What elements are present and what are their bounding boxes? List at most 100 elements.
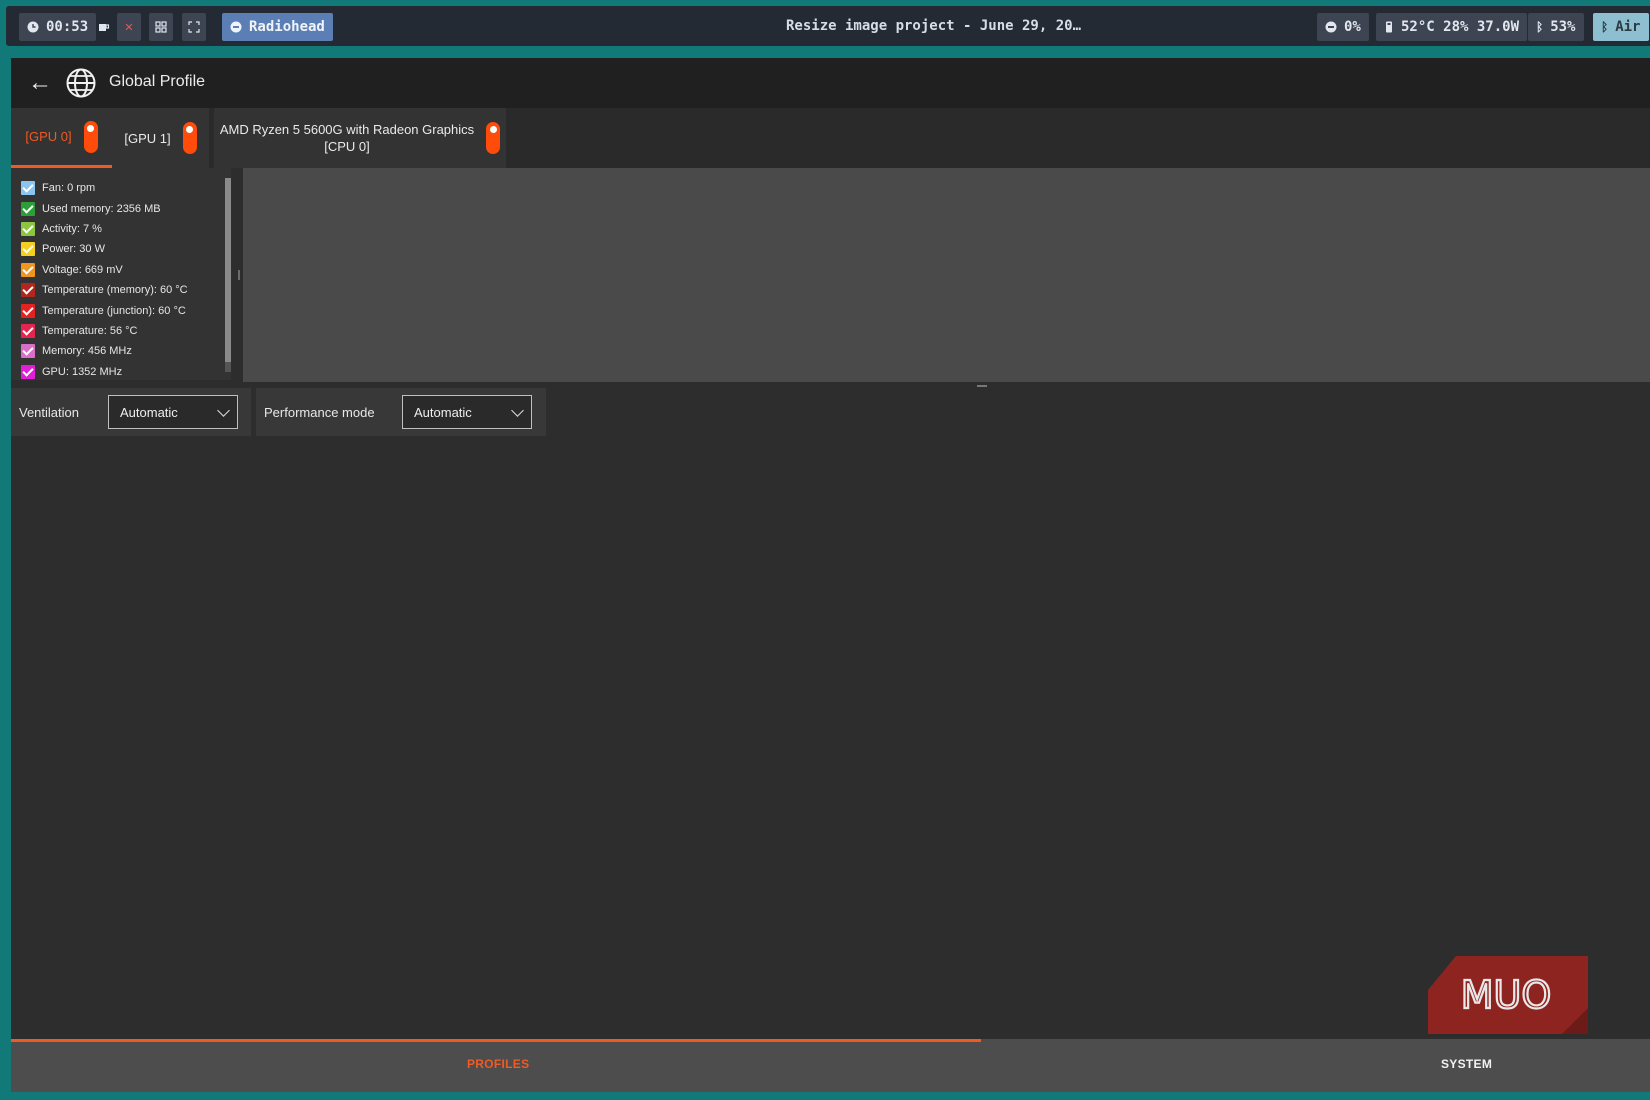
sensor-graph-area <box>243 168 1650 382</box>
audio-device-name: Air <box>1615 19 1641 35</box>
muo-watermark-logo: MUO <box>1428 956 1588 1034</box>
thermometer-icon <box>1386 21 1392 33</box>
sensor-checkbox[interactable] <box>21 262 35 277</box>
system-topbar: 00:53 ✕ Radiohead Resize image project -… <box>6 6 1650 46</box>
tab-cpu-0-id: [CPU 0] <box>324 139 370 154</box>
tab-gpu-1-label: [GPU 1] <box>124 130 171 146</box>
fullscreen-button[interactable] <box>182 13 206 41</box>
sensor-label: Temperature (junction): 60 °C <box>42 304 186 317</box>
music-icon <box>230 21 242 33</box>
globe-icon <box>66 68 96 98</box>
performance-mode-label: Performance mode <box>264 404 375 420</box>
sensor-item[interactable]: Fan: 0 rpm <box>21 178 188 198</box>
clock-widget[interactable]: 00:53 <box>19 13 97 41</box>
sensor-item[interactable]: GPU: 1352 MHz <box>21 362 188 380</box>
tab-cpu-0-label: AMD Ryzen 5 5600G with Radeon Graphics [… <box>220 121 474 155</box>
sensor-label: Activity: 7 % <box>42 222 102 235</box>
sensor-checkbox[interactable] <box>21 221 35 236</box>
system-stats-widget[interactable]: 52°C 28% 37.0W <box>1376 13 1528 41</box>
sensor-label: Memory: 456 MHz <box>42 345 132 358</box>
media-title: Radiohead <box>249 19 325 35</box>
sensor-item[interactable]: Temperature (memory): 60 °C <box>21 280 188 300</box>
clock-time: 00:53 <box>46 19 89 35</box>
ventilation-label: Ventilation <box>19 404 79 420</box>
bluetooth-audio-icon: ᛒ <box>1601 20 1609 34</box>
active-tab-indicator <box>11 1039 981 1042</box>
app-window: ← Global Profile [GPU 0] [GPU 1] AMD Ryz… <box>11 58 1650 1092</box>
performance-mode-select[interactable]: Automatic <box>402 395 532 429</box>
performance-mode-value: Automatic <box>414 404 472 420</box>
sensor-label: Fan: 0 rpm <box>42 182 96 195</box>
close-icon: ✕ <box>124 19 134 35</box>
sensor-checkbox[interactable] <box>21 303 35 318</box>
clock-icon <box>27 21 39 33</box>
sensor-checkbox[interactable] <box>21 242 35 257</box>
sensor-item[interactable]: Voltage: 669 mV <box>21 260 188 280</box>
cpu-0-enable-toggle[interactable] <box>486 122 501 154</box>
system-stats-value: 52°C 28% 37.0W <box>1401 19 1520 35</box>
nav-tab-profiles[interactable]: PROFILES <box>467 1057 529 1071</box>
audio-device-widget[interactable]: ᛒ Air <box>1593 13 1649 41</box>
fullscreen-icon <box>188 21 200 33</box>
sensor-item[interactable]: Activity: 7 % <box>21 219 188 239</box>
sensor-list: Fan: 0 rpm Used memory: 2356 MB Activity: … <box>21 178 188 380</box>
gpu-1-enable-toggle[interactable] <box>182 122 197 154</box>
media-player-widget[interactable]: Radiohead <box>222 13 333 41</box>
chevron-down-icon <box>217 404 230 417</box>
workspace-grid-button[interactable] <box>149 13 173 41</box>
sensor-item[interactable]: Used memory: 2356 MB <box>21 198 188 218</box>
sensor-label: Temperature: 56 °C <box>42 324 138 337</box>
app-header: ← Global Profile <box>11 58 1650 108</box>
desktop-edge <box>0 50 11 1100</box>
sensor-checkbox[interactable] <box>21 181 35 196</box>
bottom-navigation: PROFILES SYSTEM <box>11 1039 1650 1092</box>
tab-gpu-1[interactable]: [GPU 1] <box>112 108 209 168</box>
ventilation-control: Ventilation Automatic <box>11 388 251 436</box>
back-button[interactable]: ← <box>25 68 55 98</box>
grid-icon <box>155 21 167 33</box>
bluetooth-value: 53% <box>1550 19 1576 35</box>
ventilation-value: Automatic <box>120 404 178 420</box>
sensor-checkbox[interactable] <box>21 323 35 338</box>
sensor-checkbox[interactable] <box>21 283 35 298</box>
coffee-icon <box>99 24 110 31</box>
gpu-0-enable-toggle[interactable] <box>83 120 98 153</box>
chevron-down-icon <box>511 404 524 417</box>
coffee-button[interactable] <box>92 13 116 41</box>
sensor-item[interactable]: Power: 30 W <box>21 239 188 259</box>
sensor-item[interactable]: Temperature (junction): 60 °C <box>21 300 188 320</box>
sensor-list-scrollbar[interactable] <box>225 178 231 372</box>
sensor-label: Temperature (memory): 60 °C <box>42 284 188 297</box>
performance-mode-control: Performance mode Automatic <box>256 388 546 436</box>
bluetooth-widget[interactable]: ᛒ 53% <box>1528 13 1584 41</box>
sensor-item[interactable]: Temperature: 56 °C <box>21 321 188 341</box>
scrollbar-thumb[interactable] <box>225 178 231 362</box>
cpu-usage-widget[interactable]: 0% <box>1317 13 1369 41</box>
tab-gpu-0[interactable]: [GPU 0] <box>11 108 112 168</box>
profile-title: Global Profile <box>109 73 206 90</box>
bluetooth-icon: ᛒ <box>1536 20 1544 34</box>
cpu-usage-value: 0% <box>1344 19 1361 35</box>
tab-gpu-0-label: [GPU 0] <box>25 129 72 144</box>
watermark-text: MUO <box>1461 973 1552 1017</box>
vertical-splitter-handle[interactable] <box>238 270 240 280</box>
sensor-checkbox[interactable] <box>21 201 35 216</box>
sensor-list-panel: Fan: 0 rpm Used memory: 2356 MB Activity: … <box>11 168 231 380</box>
close-window-button[interactable]: ✕ <box>117 13 141 41</box>
sensor-checkbox[interactable] <box>21 344 35 359</box>
sensor-label: Power: 30 W <box>42 243 105 256</box>
cpu-icon <box>1325 21 1337 33</box>
back-arrow-icon: ← <box>28 69 52 96</box>
tab-cpu-0-name: AMD Ryzen 5 5600G with Radeon Graphics <box>219 122 475 137</box>
tab-cpu-0[interactable]: AMD Ryzen 5 5600G with Radeon Graphics [… <box>214 108 506 168</box>
horizontal-splitter-handle[interactable] <box>977 385 987 387</box>
ventilation-select[interactable]: Automatic <box>108 395 238 429</box>
sensor-label: Voltage: 669 mV <box>42 263 123 276</box>
sensor-label: Used memory: 2356 MB <box>42 202 161 215</box>
sensor-label: GPU: 1352 MHz <box>42 365 123 378</box>
device-tabs: [GPU 0] [GPU 1] AMD Ryzen 5 5600G with R… <box>11 108 1650 168</box>
nav-tab-system[interactable]: SYSTEM <box>1441 1057 1492 1071</box>
sensor-checkbox[interactable] <box>21 364 35 379</box>
window-title: Resize image project - June 29, 20… <box>786 18 1082 34</box>
sensor-item[interactable]: Memory: 456 MHz <box>21 341 188 361</box>
